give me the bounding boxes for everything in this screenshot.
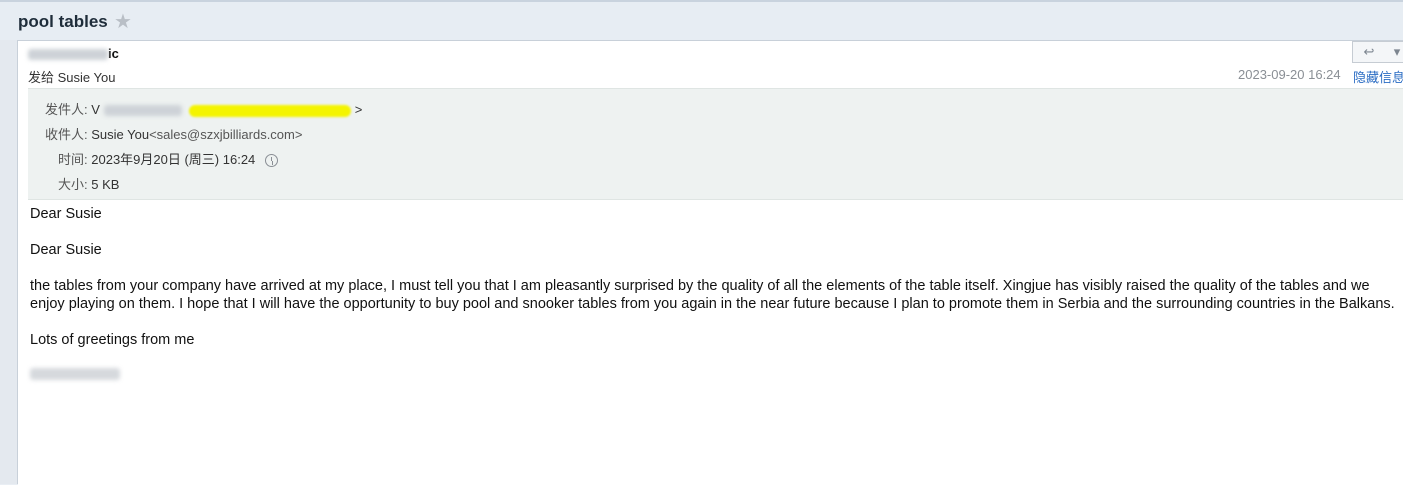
- subject-bar: pool tables ★: [0, 0, 1403, 42]
- redacted-from-name: [103, 105, 182, 117]
- size-label: 大小:: [58, 177, 88, 192]
- hide-details-link[interactable]: 隐藏信息: [1353, 67, 1403, 86]
- size-row: 大小: 5 KB: [58, 174, 119, 193]
- more-button[interactable]: ▾: [1385, 41, 1403, 63]
- signature: [30, 367, 1395, 385]
- redacted-from-email: [189, 104, 352, 117]
- reply-icon: ↩: [1363, 44, 1375, 59]
- sender-name: ic: [28, 46, 119, 61]
- email-panel: ic 发给 Susie You 2023-09-20 16:24 隐藏信息 ↩ …: [18, 40, 1403, 485]
- to-email[interactable]: <sales@szxjbilliards.com>: [149, 127, 302, 142]
- details-panel: 发件人: V > 收件人: Susie You<sales@szxjbillia…: [28, 88, 1403, 200]
- size-value: 5 KB: [91, 177, 120, 192]
- from-value: V: [91, 102, 100, 117]
- closing-line: Lots of greetings from me: [30, 332, 195, 348]
- redacted-signature: [30, 368, 120, 380]
- to-label: 收件人:: [45, 127, 88, 142]
- star-icon[interactable]: ★: [114, 9, 132, 34]
- chevron-down-icon: ▾: [1393, 44, 1401, 59]
- time-row: 时间: 2023年9月20日 (周三) 16:24: [58, 149, 278, 168]
- email-body: Dear Susie Dear Susie the tables from yo…: [30, 205, 1395, 403]
- time-value: 2023年9月20日 (周三) 16:24: [91, 152, 256, 167]
- email-date: 2023-09-20 16:24: [1238, 67, 1341, 82]
- left-gutter: [0, 40, 18, 484]
- to-name[interactable]: Susie You: [91, 127, 149, 142]
- redacted-sender: [28, 49, 108, 61]
- from-label: 发件人:: [45, 102, 88, 117]
- clock-icon[interactable]: [264, 154, 278, 168]
- time-label: 时间:: [58, 152, 88, 167]
- email-subject: pool tables: [18, 12, 108, 31]
- body-paragraph: the tables from your company have arrive…: [30, 278, 1395, 312]
- reply-button[interactable]: ↩: [1352, 41, 1386, 63]
- greeting-2: Dear Susie: [30, 242, 102, 258]
- from-suffix: >: [354, 102, 363, 117]
- sender-name-text: ic: [108, 46, 119, 61]
- to-row: 收件人: Susie You<sales@szxjbilliards.com>: [45, 124, 302, 143]
- from-row: 发件人: V >: [45, 99, 362, 118]
- to-line: 发给 Susie You: [28, 70, 116, 85]
- greeting-1: Dear Susie: [30, 206, 102, 222]
